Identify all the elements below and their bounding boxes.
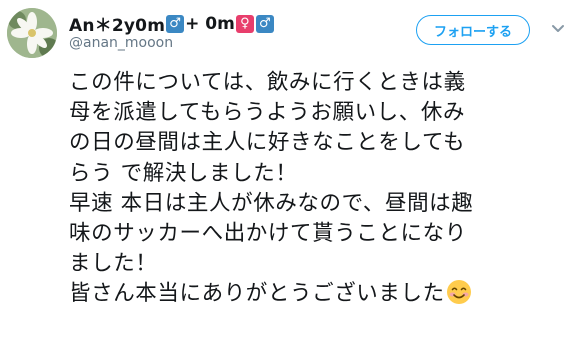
display-name[interactable]: An＊2y0m ♂ + 0m ♀ ♂ xyxy=(69,11,275,36)
tweet-line: この件については、飲みに行くときは義 xyxy=(69,70,466,95)
male-sign-icon: ♂ xyxy=(166,14,185,33)
chevron-down-icon[interactable] xyxy=(551,24,565,34)
display-name-prefix: An＊2y0m xyxy=(69,16,166,36)
flower-icon xyxy=(7,8,57,58)
tweet-line: らう で解決しました！ xyxy=(69,160,298,186)
tweet-line-text: 皆さん本当にありがとうございました xyxy=(69,281,445,307)
user-handle[interactable]: @anan_mooon xyxy=(69,35,173,51)
tweet-card: An＊2y0m ♂ + 0m ♀ ♂ @anan_mooon フォローする この… xyxy=(0,0,587,343)
female-sign-icon: ♀ xyxy=(235,14,254,33)
tweet-line: の日の昼間は主人に好きなことをしても xyxy=(69,130,466,156)
display-name-mid: + 0m xyxy=(185,13,235,34)
male-sign-icon-2: ♂ xyxy=(255,14,274,33)
follow-button[interactable]: フォローする xyxy=(416,15,530,45)
avatar[interactable] xyxy=(7,8,57,58)
tweet-line: ました！ xyxy=(69,251,158,277)
smiling-face-icon xyxy=(446,280,471,305)
tweet-line: 母を派遣してもらうようお願いし、休み xyxy=(69,100,466,126)
tweet-line-last: 皆さん本当にありがとうございました xyxy=(69,279,569,309)
tweet-line: 味のサッカーへ出かけて貰うことになり xyxy=(69,221,467,247)
tweet-line: 早速 本日は主人が休みなので、昼間は趣 xyxy=(69,190,474,216)
tweet-text: この件については、飲みに行くときは義 母を派遣してもらうようお願いし、休み の日… xyxy=(69,68,569,310)
